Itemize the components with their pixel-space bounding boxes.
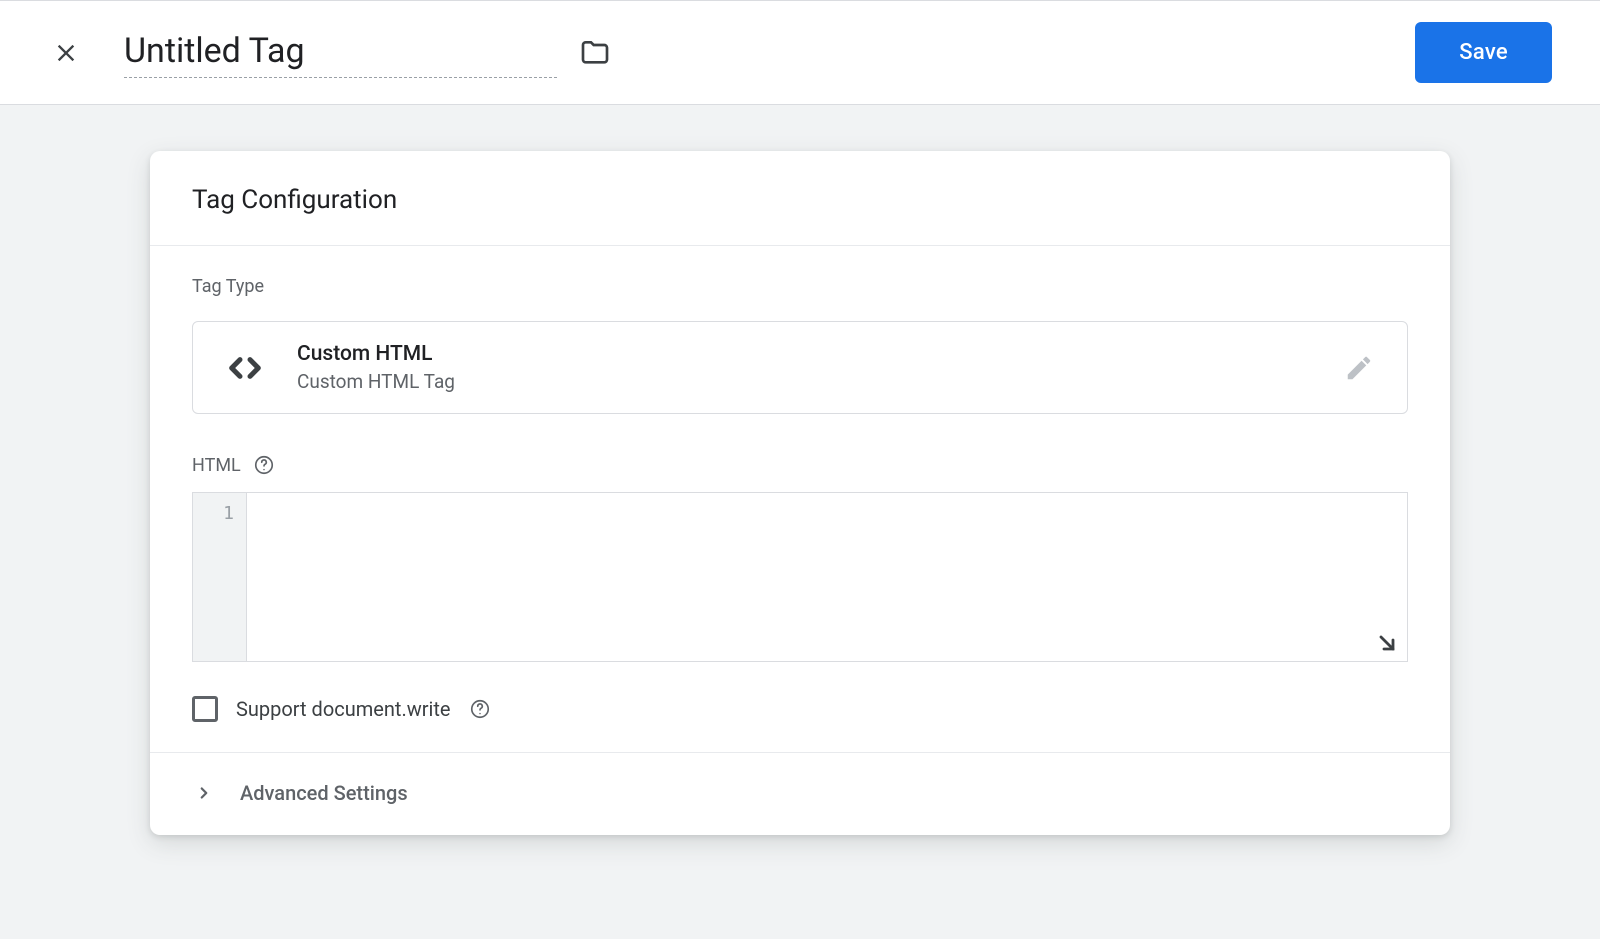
- html-label: HTML: [192, 455, 241, 476]
- folder-button[interactable]: [575, 33, 615, 73]
- close-icon: [52, 39, 80, 67]
- html-code-editor[interactable]: 1: [192, 492, 1408, 662]
- advanced-settings-expander[interactable]: Advanced Settings: [150, 753, 1450, 835]
- editor-resize-handle[interactable]: [1375, 631, 1399, 655]
- edit-tag-type-button[interactable]: [1339, 348, 1379, 388]
- tag-type-title: Custom HTML: [297, 342, 455, 366]
- help-icon: [469, 698, 491, 720]
- card-title: Tag Configuration: [150, 151, 1450, 245]
- tag-configuration-card: Tag Configuration Tag Type Custom HTML C…: [150, 151, 1450, 835]
- html-code-textarea[interactable]: [247, 493, 1407, 661]
- document-write-help-button[interactable]: [469, 698, 491, 720]
- advanced-settings-label: Advanced Settings: [240, 781, 408, 805]
- tag-type-selector[interactable]: Custom HTML Custom HTML Tag: [192, 321, 1408, 414]
- save-button[interactable]: Save: [1415, 22, 1552, 83]
- support-document-write-label: Support document.write: [236, 697, 451, 721]
- help-icon: [253, 454, 275, 476]
- html-help-button[interactable]: [253, 454, 275, 476]
- close-button[interactable]: [48, 35, 84, 71]
- code-icon: [221, 344, 269, 392]
- folder-icon: [579, 37, 611, 69]
- header-bar: Save: [0, 0, 1600, 105]
- pencil-icon: [1344, 353, 1374, 383]
- chevron-right-icon: [192, 781, 216, 805]
- tag-name-input[interactable]: [124, 27, 557, 78]
- support-document-write-checkbox[interactable]: [192, 696, 218, 722]
- tag-type-label: Tag Type: [192, 276, 1408, 297]
- tag-type-subtitle: Custom HTML Tag: [297, 370, 455, 393]
- editor-gutter: 1: [193, 493, 247, 661]
- resize-arrow-icon: [1375, 631, 1399, 655]
